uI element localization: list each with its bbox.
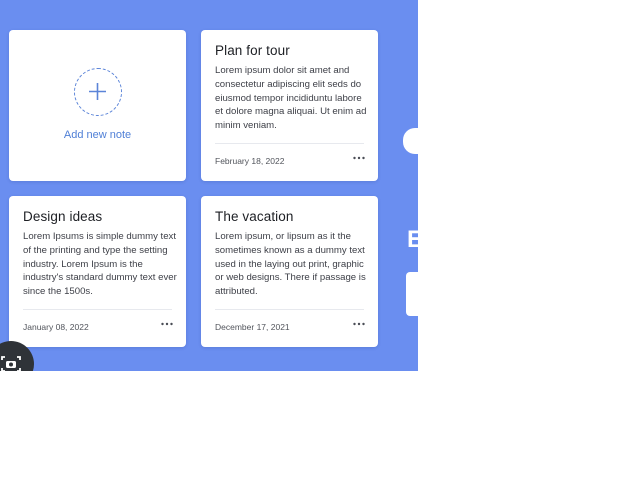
add-note-card[interactable]: Add new note	[9, 30, 186, 181]
more-horizontal-icon[interactable]	[352, 319, 366, 329]
notes-board: Add new note Plan for tour Lorem ipsum d…	[0, 0, 418, 371]
note-date: December 17, 2021	[215, 322, 290, 332]
note-card-design-ideas[interactable]: Design ideas Lorem Ipsums is simple dumm…	[9, 196, 186, 347]
plus-icon	[89, 83, 106, 100]
note-divider	[215, 143, 364, 144]
partial-input-field[interactable]	[406, 272, 418, 316]
note-body: Lorem Ipsums is simple dummy text of the…	[23, 231, 177, 298]
note-card-plan-for-tour[interactable]: Plan for tour Lorem ipsum dolor sit amet…	[201, 30, 378, 181]
note-title: The vacation	[215, 209, 294, 224]
note-card-the-vacation[interactable]: The vacation Lorem ipsum, or lipsum as i…	[201, 196, 378, 347]
note-title: Plan for tour	[215, 43, 290, 58]
add-note-circle[interactable]	[74, 68, 122, 116]
note-title: Design ideas	[23, 209, 103, 224]
note-date: January 08, 2022	[23, 322, 89, 332]
more-horizontal-icon[interactable]	[352, 153, 366, 163]
side-panel-tab[interactable]	[403, 128, 418, 154]
note-body: Lorem ipsum, or lipsum as it the sometim…	[215, 231, 366, 298]
camera-icon	[1, 356, 21, 371]
partial-heading: E	[407, 226, 418, 253]
note-divider	[23, 309, 172, 310]
more-horizontal-icon[interactable]	[160, 319, 174, 329]
note-divider	[215, 309, 364, 310]
note-date: February 18, 2022	[215, 156, 285, 166]
add-note-label[interactable]: Add new note	[9, 129, 186, 141]
note-body: Lorem ipsum dolor sit amet and consectet…	[215, 65, 367, 132]
